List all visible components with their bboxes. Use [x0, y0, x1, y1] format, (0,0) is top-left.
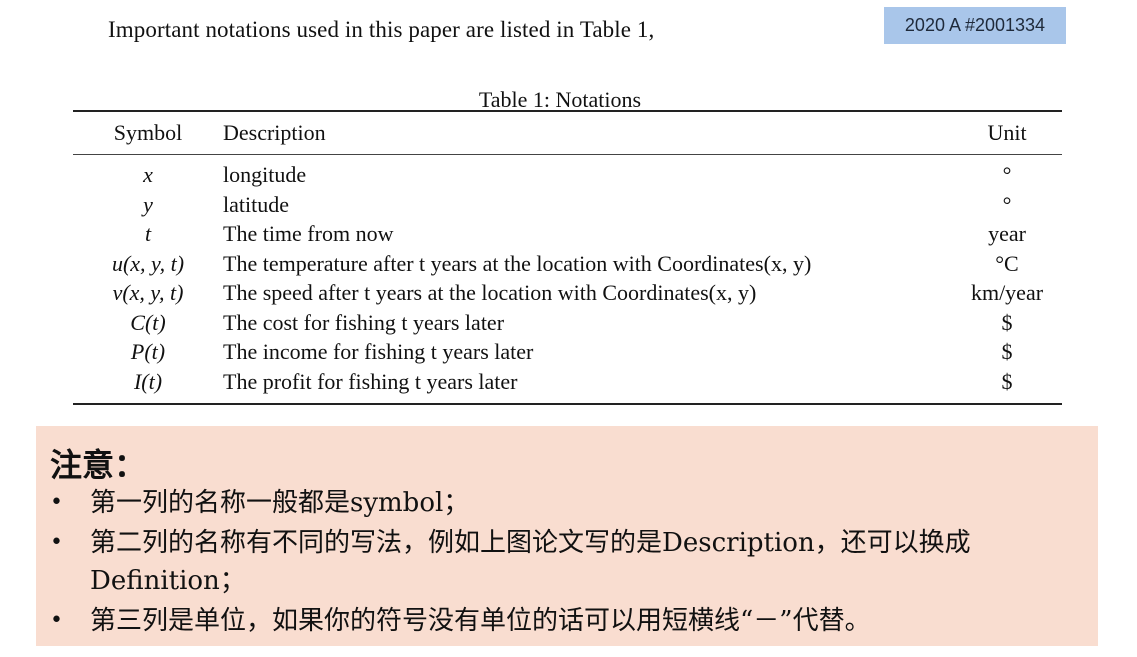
note-item: • 第一列的名称一般都是symbol；: [48, 484, 1084, 522]
description-cell: The cost for fishing t years later: [223, 309, 505, 335]
description-cell: The time from now: [223, 221, 394, 247]
table-row: C(t) The cost for fishing t years later …: [73, 308, 1062, 338]
table-row: I(t) The profit for fishing t years late…: [73, 367, 1062, 404]
description-cell: The temperature after t years at the loc…: [223, 250, 812, 276]
symbol-cell: u(x, y, t): [111, 250, 185, 276]
unit-cell: °: [1002, 191, 1012, 217]
note-box: 注意： • 第一列的名称一般都是symbol； • 第二列的名称有不同的写法，例…: [36, 426, 1098, 646]
note-item-text: 第一列的名称一般都是symbol；: [90, 488, 470, 518]
notation-table: Symbol Description Unit x longitude ° y …: [73, 110, 1062, 405]
description-cell: The profit for fishing t years later: [223, 368, 518, 394]
symbol-cell: x: [143, 162, 153, 188]
symbol-cell: P(t): [130, 339, 166, 365]
note-item-text: 第三列是单位，如果你的符号没有单位的话可以用短横线“－”代替。: [90, 606, 871, 636]
unit-cell: km/year: [970, 280, 1044, 306]
header-description: Description: [223, 120, 326, 145]
unit-cell: °C: [995, 250, 1019, 276]
note-item: • 第三列是单位，如果你的符号没有单位的话可以用短横线“－”代替。: [48, 602, 1084, 640]
note-item: • 第二列的名称有不同的写法，例如上图论文写的是Description，还可以换…: [48, 524, 1084, 600]
symbol-cell: C(t): [130, 309, 166, 335]
unit-cell: $: [1001, 309, 1013, 335]
table-row: x longitude °: [73, 155, 1062, 190]
description-cell: latitude: [223, 191, 289, 217]
paper-id-badge: 2020 A #2001334: [884, 7, 1066, 44]
symbol-cell: v(x, y, t): [112, 280, 184, 306]
description-cell: The income for fishing t years later: [223, 339, 534, 365]
header-unit: Unit: [987, 120, 1027, 145]
symbol-cell: t: [144, 221, 152, 247]
table-row: P(t) The income for fishing t years late…: [73, 337, 1062, 367]
unit-cell: °: [1002, 162, 1012, 188]
table-header-row: Symbol Description Unit: [73, 111, 1062, 155]
table-row: t The time from now year: [73, 219, 1062, 249]
description-cell: The speed after t years at the location …: [223, 280, 757, 306]
symbol-cell: I(t): [133, 368, 163, 394]
table-row: v(x, y, t) The speed after t years at th…: [73, 278, 1062, 308]
unit-cell: $: [1001, 368, 1013, 394]
symbol-cell: y: [143, 191, 153, 217]
bullet-icon: •: [50, 490, 63, 515]
bullet-icon: •: [50, 530, 63, 555]
table-row: u(x, y, t) The temperature after t years…: [73, 249, 1062, 279]
unit-cell: year: [988, 221, 1026, 247]
unit-cell: $: [1001, 339, 1013, 365]
note-item-text: 第二列的名称有不同的写法，例如上图论文写的是Description，还可以换成D…: [90, 528, 971, 596]
table-row: y latitude °: [73, 190, 1062, 220]
note-title: 注意：: [50, 446, 147, 484]
intro-text: Important notations used in this paper a…: [108, 17, 655, 42]
header-symbol: Symbol: [113, 120, 183, 145]
note-list: • 第一列的名称一般都是symbol； • 第二列的名称有不同的写法，例如上图论…: [48, 484, 1084, 640]
description-cell: longitude: [223, 162, 307, 188]
bullet-icon: •: [50, 608, 63, 633]
